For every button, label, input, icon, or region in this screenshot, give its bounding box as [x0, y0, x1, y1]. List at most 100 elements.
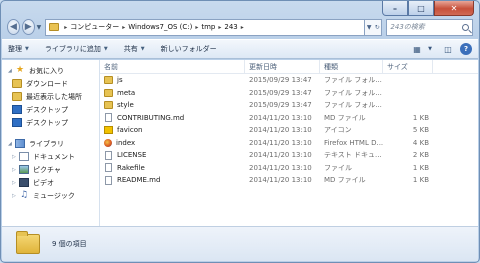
expand-icon[interactable]: ◢: [8, 141, 13, 147]
sidebar-item-label: ライブラリ: [29, 139, 64, 148]
file-row[interactable]: LICENSE 2014/11/20 13:10 テキスト ドキュ... 2 K…: [100, 149, 478, 162]
breadcrumb-243[interactable]: 243: [224, 23, 237, 31]
desktop-icon: [12, 105, 22, 114]
file-row[interactable]: CONTRIBUTING.md 2014/11/20 13:10 MD ファイル…: [100, 112, 478, 125]
file-row[interactable]: favicon 2014/11/20 13:10 アイコン 5 KB: [100, 124, 478, 137]
sidebar-item-label: ピクチャ: [33, 165, 61, 174]
details-pane: 9 個の項目: [2, 226, 478, 261]
breadcrumb-drive[interactable]: Windows7_OS (C:): [128, 23, 192, 31]
file-row[interactable]: index 2014/11/20 13:10 Firefox HTML D...…: [100, 137, 478, 150]
sidebar-item-label: ミュージック: [33, 191, 75, 200]
close-button[interactable]: ✕: [434, 1, 474, 16]
video-icon: [19, 178, 29, 187]
folder-icon: [12, 79, 22, 88]
address-controls: ▼ ↻: [365, 18, 383, 36]
sidebar-item-videos[interactable]: ▷ ビデオ: [2, 176, 99, 189]
item-count: 9 個の項目: [52, 240, 87, 248]
expand-icon[interactable]: ▷: [12, 167, 17, 173]
file-list: 名前 更新日時 種類 サイズ js 2015/09/29 13:47 ファイル …: [100, 60, 478, 226]
sidebar-item-documents[interactable]: ▷ ドキュメント: [2, 150, 99, 163]
file-size: 4 KB: [412, 138, 429, 147]
chevron-down-icon[interactable]: ▼: [424, 43, 436, 55]
chevron-right-icon[interactable]: ▸: [241, 24, 244, 31]
chevron-down-icon[interactable]: ▼: [367, 24, 372, 31]
column-header-type[interactable]: 種類: [320, 60, 383, 73]
sidebar-item-desktop-2[interactable]: デスクトップ: [2, 116, 99, 129]
sidebar-item-favorites[interactable]: ◢ ★ お気に入り: [2, 64, 99, 77]
sidebar-item-pictures[interactable]: ▷ ピクチャ: [2, 163, 99, 176]
navigation-row: ◀ ▶ ▼ ▸ コンピューター ▸ Windows7_OS (C:) ▸ tmp…: [7, 18, 474, 36]
sidebar-item-desktop[interactable]: デスクトップ: [2, 103, 99, 116]
favorites-group: ◢ ★ お気に入り ダウンロード 最近表示した場所 デスクトップ デスクトップ: [2, 64, 99, 129]
expand-icon[interactable]: ▷: [12, 193, 17, 199]
help-icon[interactable]: ?: [460, 43, 472, 55]
navigation-pane: ◢ ★ お気に入り ダウンロード 最近表示した場所 デスクトップ デスクトップ …: [2, 60, 100, 226]
file-row[interactable]: style 2015/09/29 13:47 ファイル フォル...: [100, 99, 478, 112]
breadcrumb-computer[interactable]: コンピューター: [70, 22, 119, 32]
chevron-right-icon[interactable]: ▸: [122, 24, 125, 31]
file-name: index: [116, 138, 136, 147]
minimize-button[interactable]: –: [382, 1, 408, 16]
share-button[interactable]: 共有 ▼: [124, 44, 145, 54]
file-date: 2014/11/20 13:10: [249, 151, 312, 160]
folder-icon: [49, 23, 60, 31]
file-icon: [105, 150, 112, 160]
new-folder-button[interactable]: 新しいフォルダー: [161, 44, 217, 54]
sidebar-item-downloads[interactable]: ダウンロード: [2, 77, 99, 90]
column-header-name[interactable]: 名前: [100, 60, 245, 73]
sidebar-item-recent-places[interactable]: 最近表示した場所: [2, 90, 99, 103]
chevron-down-icon: ▼: [103, 46, 108, 52]
sidebar-item-libraries[interactable]: ◢ ライブラリ: [2, 137, 99, 150]
file-row[interactable]: Rakefile 2014/11/20 13:10 ファイル 1 KB: [100, 162, 478, 175]
chevron-right-icon[interactable]: ▸: [195, 24, 198, 31]
view-controls: ▦ ▼ ◫ ?: [405, 43, 472, 55]
desktop-icon: [12, 118, 22, 127]
back-button[interactable]: ◀: [7, 19, 20, 35]
forward-button[interactable]: ▶: [21, 19, 35, 35]
view-options-icon[interactable]: ▦: [411, 43, 423, 55]
file-name-cell: CONTRIBUTING.md: [100, 113, 245, 123]
address-bar[interactable]: ▸ コンピューター ▸ Windows7_OS (C:) ▸ tmp ▸ 243…: [45, 18, 366, 36]
file-icon: [105, 175, 112, 185]
breadcrumb-tmp[interactable]: tmp: [201, 23, 215, 31]
expand-icon[interactable]: ▷: [12, 180, 17, 186]
file-name-cell: index: [100, 138, 245, 147]
sidebar-item-label: ビデオ: [33, 178, 54, 187]
file-row[interactable]: README.md 2014/11/20 13:10 MD ファイル 1 KB: [100, 174, 478, 187]
expand-icon[interactable]: ◢: [8, 68, 13, 74]
file-type: ファイル フォル...: [324, 101, 382, 110]
file-name: meta: [117, 88, 136, 97]
chevron-right-icon[interactable]: ▸: [218, 24, 221, 31]
file-row[interactable]: js 2015/09/29 13:47 ファイル フォル...: [100, 74, 478, 87]
sidebar-item-music[interactable]: ▷ ♫ ミュージック: [2, 189, 99, 202]
sidebar-item-label: デスクトップ: [26, 118, 68, 127]
file-row[interactable]: meta 2015/09/29 13:47 ファイル フォル...: [100, 87, 478, 100]
folder-icon: [104, 76, 113, 85]
history-dropdown-icon[interactable]: ▼: [37, 24, 42, 31]
new-folder-label: 新しいフォルダー: [160, 45, 217, 53]
search-box[interactable]: 243の検索: [386, 18, 474, 36]
file-type: Firefox HTML D...: [324, 138, 383, 147]
file-name: js: [117, 76, 123, 85]
libraries-group: ◢ ライブラリ ▷ ドキュメント ▷ ピクチャ ▷ ビデオ ▷ ♫ ミュージック: [2, 137, 99, 202]
document-icon: [19, 152, 29, 161]
file-name-cell: meta: [100, 88, 245, 97]
preview-pane-icon[interactable]: ◫: [442, 43, 454, 55]
folder-icon: [104, 88, 113, 97]
sidebar-item-label: ダウンロード: [26, 79, 68, 88]
column-header-date[interactable]: 更新日時: [245, 60, 320, 73]
file-type: ファイル: [324, 163, 352, 172]
organize-button[interactable]: 整理 ▼: [8, 44, 29, 54]
add-to-library-button[interactable]: ライブラリに追加 ▼: [45, 44, 108, 54]
column-header-size[interactable]: サイズ: [383, 60, 433, 73]
expand-icon[interactable]: ▷: [12, 154, 17, 160]
chevron-right-icon[interactable]: ▸: [64, 24, 67, 31]
music-icon: ♫: [19, 190, 29, 200]
file-date: 2015/09/29 13:47: [249, 101, 312, 110]
file-date: 2014/11/20 13:10: [249, 113, 312, 122]
maximize-button[interactable]: □: [408, 1, 434, 16]
search-icon[interactable]: [462, 23, 470, 31]
folder-icon: [16, 231, 40, 254]
folder-icon: [104, 101, 113, 110]
refresh-icon[interactable]: ↻: [375, 24, 380, 31]
